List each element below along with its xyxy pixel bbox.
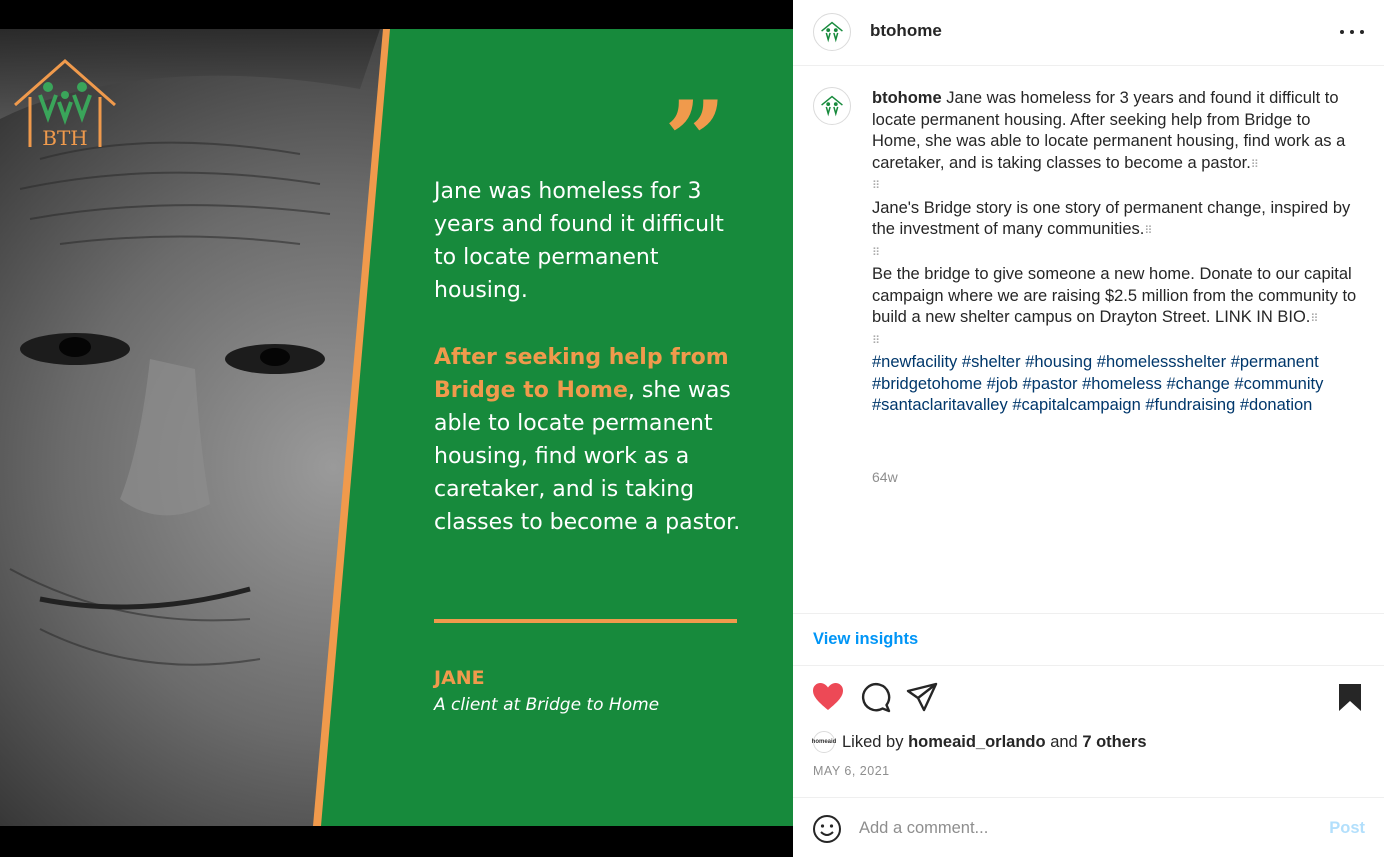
client-name: JANE xyxy=(434,667,485,689)
quote-paragraph-2: After seeking help from Bridge to Home, … xyxy=(434,341,744,539)
separator-icon: ⠿ xyxy=(872,246,880,259)
hashtag-link[interactable]: #shelter xyxy=(962,353,1021,371)
bridge-to-home-logo: BTH xyxy=(14,59,116,150)
post-date[interactable]: MAY 6, 2021 xyxy=(813,764,890,778)
likes-joiner: and xyxy=(1050,732,1078,751)
separator-icon: ⠿ xyxy=(1144,225,1152,237)
hashtag-link[interactable]: #change xyxy=(1167,375,1230,393)
post-details-panel: btohome btohome Jane was homeless for 3 … xyxy=(793,0,1384,857)
share-icon[interactable] xyxy=(905,680,939,714)
separator-icon: ⠿ xyxy=(872,180,880,192)
post-age[interactable]: 64w xyxy=(872,469,898,485)
caption-paragraph-1: Jane was homeless for 3 years and found … xyxy=(872,89,1346,172)
hashtag-link[interactable]: #job xyxy=(987,375,1018,393)
separator-icon: ⠿ xyxy=(1250,158,1259,171)
avatar-logo-icon xyxy=(821,95,843,117)
hashtag-link[interactable]: #capitalcampaign xyxy=(1012,396,1140,414)
header-username[interactable]: btohome xyxy=(870,21,942,41)
avatar-logo-icon xyxy=(821,21,843,43)
hashtag-link[interactable]: #santaclaritavalley xyxy=(872,396,1008,414)
likes-prefix: Liked by xyxy=(842,732,904,751)
quote-divider xyxy=(434,619,737,623)
post-actions xyxy=(793,676,1384,718)
heart-icon[interactable] xyxy=(811,680,845,714)
comment-bar: Post xyxy=(793,797,1384,857)
quote-paragraph-1: Jane was homeless for 3 years and found … xyxy=(434,179,724,303)
caption-text: btohome Jane was homeless for 3 years an… xyxy=(872,88,1357,417)
comment-input[interactable] xyxy=(859,810,1299,846)
logo-text: BTH xyxy=(42,126,87,150)
client-role: A client at Bridge to Home xyxy=(434,695,660,715)
post-header: btohome xyxy=(793,0,1384,66)
caption-paragraph-3-wrap: Be the bridge to give someone a new home… xyxy=(872,264,1357,331)
hashtag-link[interactable]: #housing xyxy=(1025,353,1092,371)
liker-username[interactable]: homeaid_orlando xyxy=(908,733,1046,752)
hashtag-link[interactable]: #permanent xyxy=(1231,353,1319,371)
caption-paragraph-3: Be the bridge to give someone a new home… xyxy=(872,265,1357,326)
caption-section: btohome Jane was homeless for 3 years an… xyxy=(793,67,1384,613)
likes-summary: homeaid Liked by homeaid_orlando and 7 o… xyxy=(812,731,1147,753)
hashtag-link[interactable]: #bridgetohome xyxy=(872,375,982,393)
hashtag-link[interactable]: #newfacility xyxy=(872,353,957,371)
profile-avatar[interactable] xyxy=(813,13,851,51)
separator-icon: ⠿ xyxy=(872,334,880,347)
view-insights-link[interactable]: View insights xyxy=(813,630,918,649)
post-image: BTH ” Jane was homeless for 3 years and … xyxy=(0,29,793,826)
post-comment-button[interactable]: Post xyxy=(1329,819,1365,838)
quote-text: Jane was homeless for 3 years and found … xyxy=(434,175,744,573)
separator-icon: ⠿ xyxy=(1310,313,1318,325)
emoji-icon[interactable] xyxy=(812,814,842,844)
liker-avatar[interactable]: homeaid xyxy=(812,731,836,753)
more-options-icon[interactable] xyxy=(1340,22,1364,42)
caption-paragraph-2: Jane's Bridge story is one story of perm… xyxy=(872,198,1351,239)
caption-paragraph-2-wrap: Jane's Bridge story is one story of perm… xyxy=(872,198,1357,243)
caption-avatar[interactable] xyxy=(813,87,851,125)
hashtag-link[interactable]: #homeless xyxy=(1082,375,1162,393)
comment-icon[interactable] xyxy=(858,680,892,714)
caption-username[interactable]: btohome xyxy=(872,89,942,107)
hashtag-link[interactable]: #donation xyxy=(1240,396,1313,414)
hashtag-link[interactable]: #community xyxy=(1234,375,1323,393)
insights-bar: View insights xyxy=(793,613,1384,666)
hashtag-list: #newfacility #shelter #housing #homeless… xyxy=(872,352,1357,417)
hashtag-link[interactable]: #pastor xyxy=(1022,375,1077,393)
hashtag-link[interactable]: #fundraising xyxy=(1145,396,1235,414)
post-media[interactable]: BTH ” Jane was homeless for 3 years and … xyxy=(0,0,793,857)
bookmark-icon[interactable] xyxy=(1333,680,1367,714)
likes-others-link[interactable]: 7 others xyxy=(1082,733,1146,752)
hashtag-link[interactable]: #homelessshelter xyxy=(1097,353,1226,371)
